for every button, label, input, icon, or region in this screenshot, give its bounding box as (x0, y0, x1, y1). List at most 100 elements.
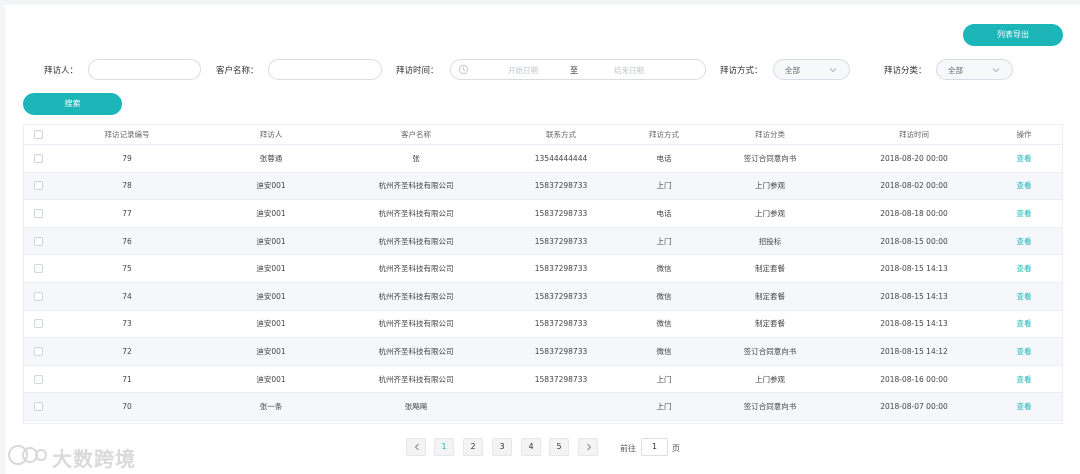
cell-visit-method: 上门 (656, 181, 672, 191)
header-contact: 联系方式 (546, 130, 576, 139)
cell-visit-category: 制定套餐 (755, 264, 785, 274)
cell-contact: 15837298733 (534, 319, 588, 329)
select-all-checkbox[interactable] (33, 130, 43, 139)
table-row: 76 迪安001 杭州齐圣科技有限公司 15837298733 上门 招投标 2018-08… (24, 227, 1062, 256)
row-checkbox[interactable] (33, 153, 43, 163)
row-checkbox-cell (24, 393, 52, 420)
table-row: 75 迪安001 杭州齐圣科技有限公司 15837298733 微信 制定套餐 2018-0… (24, 255, 1062, 283)
goto-prefix: 前往 (620, 444, 636, 453)
cell-visit-method: 上门 (656, 236, 672, 246)
header-visitor: 拜访人 (259, 130, 283, 139)
cell-visit-method: 上门 (656, 402, 672, 412)
watermark-logo-icon (8, 445, 47, 465)
cell-visit-method: 微信 (656, 264, 672, 274)
view-link[interactable]: 查看 (986, 311, 1062, 338)
page-button-2[interactable]: 2 (463, 438, 483, 456)
cell-visitor: 迪安001 (256, 236, 286, 246)
page-button-1[interactable]: 1 (434, 438, 454, 456)
row-checkbox[interactable] (33, 181, 43, 191)
cell-customer-name: 张 (412, 153, 420, 163)
cell-visit-time: 2018-08-15 14:13 (880, 291, 948, 301)
end-date-input[interactable]: 结束日期 (609, 65, 649, 76)
cell-customer-name: 张飚飚 (404, 402, 428, 412)
prev-page-button[interactable] (406, 438, 426, 456)
visit-date-range-picker[interactable]: 开始日期 至 结束日期 (450, 59, 706, 80)
page-button-3[interactable]: 3 (492, 438, 512, 456)
cell-visit-category: 招投标 (758, 236, 782, 246)
cell-contact: 15837298733 (534, 346, 588, 356)
cell-customer-name: 杭州齐圣科技有限公司 (378, 346, 454, 356)
row-checkbox[interactable] (33, 208, 43, 218)
cell-visit-time: 2018-08-18 00:00 (880, 208, 948, 218)
view-link[interactable]: 查看 (986, 393, 1062, 420)
cell-visit-category: 上门参观 (755, 181, 785, 191)
cell-contact: 15837298733 (534, 208, 588, 218)
visit-method-select[interactable]: 全部 (773, 59, 850, 80)
view-link[interactable]: 查看 (986, 145, 1062, 172)
chevron-left-icon (414, 443, 419, 451)
cell-contact: 15837298733 (534, 264, 588, 274)
watermark-logo: 大数跨境 (6, 442, 146, 471)
row-checkbox-cell (24, 255, 52, 282)
cell-visitor: 迪安001 (256, 208, 286, 218)
visit-category-select[interactable]: 全部 (936, 59, 1013, 80)
table-row: 78 迪安001 杭州齐圣科技有限公司 15837298733 上门 上门参观 2018-0… (24, 172, 1062, 201)
row-checkbox[interactable] (33, 236, 43, 246)
search-button[interactable]: 搜索 (23, 93, 122, 115)
row-checkbox[interactable] (33, 264, 43, 274)
row-checkbox[interactable] (33, 346, 43, 356)
row-checkbox[interactable] (33, 402, 43, 412)
range-separator: 至 (570, 66, 578, 75)
row-checkbox-cell (24, 173, 52, 200)
cell-contact: 13544444444 (534, 153, 588, 163)
table-row: 74 迪安001 杭州齐圣科技有限公司 15837298733 微信 制定套餐 2018-0… (24, 283, 1062, 311)
cell-record-id: 78 (122, 181, 132, 191)
row-checkbox-cell (24, 200, 52, 227)
cell-visit-method: 微信 (656, 346, 672, 356)
cell-visitor: 迪安001 (256, 291, 286, 301)
row-checkbox-cell (24, 366, 52, 393)
cell-customer-name: 杭州齐圣科技有限公司 (378, 374, 454, 384)
visit-time-label: 拜访时间： (396, 66, 439, 76)
page-button-4[interactable]: 4 (521, 438, 541, 456)
row-checkbox[interactable] (33, 319, 43, 329)
cell-visit-category: 签订合同意向书 (743, 346, 797, 356)
watermark-text: 大数跨境 (52, 447, 136, 471)
visit-records-table: 拜访记录编号 拜访人 客户名称 联系方式 拜访方式 拜访分类 拜访时间 操作 7… (23, 124, 1063, 424)
cell-record-id: 71 (122, 374, 132, 384)
header-visit-method: 拜访方式 (649, 130, 679, 139)
export-list-button[interactable]: 列表导出 (963, 24, 1063, 46)
view-link[interactable]: 查看 (986, 228, 1062, 255)
row-checkbox[interactable] (33, 374, 43, 384)
view-link[interactable]: 查看 (986, 173, 1062, 200)
cell-visit-category: 制定套餐 (755, 291, 785, 301)
page-button-5[interactable]: 5 (549, 438, 569, 456)
goto-page-input[interactable]: 1 (641, 438, 668, 456)
view-link[interactable]: 查看 (986, 283, 1062, 310)
view-link[interactable]: 查看 (986, 366, 1062, 393)
header-record-id: 拜访记录编号 (104, 130, 150, 139)
cell-contact: 15837298733 (534, 374, 588, 384)
cell-contact: 15837298733 (534, 291, 588, 301)
header-visit-time: 拜访时间 (899, 130, 929, 139)
row-checkbox[interactable] (33, 291, 43, 301)
cell-record-id: 79 (122, 153, 132, 163)
chevron-down-icon (829, 68, 837, 73)
customer-name-input[interactable] (268, 59, 382, 80)
header-action: 操作 (1016, 130, 1032, 139)
start-date-input[interactable]: 开始日期 (503, 65, 543, 76)
cell-visit-time: 2018-08-15 00:00 (880, 236, 948, 246)
cell-customer-name: 杭州齐圣科技有限公司 (378, 319, 454, 329)
cell-record-id: 75 (122, 264, 132, 274)
chevron-down-icon (992, 68, 1000, 73)
next-page-button[interactable] (578, 438, 598, 456)
view-link[interactable]: 查看 (986, 200, 1062, 227)
cell-visit-method: 微信 (656, 319, 672, 329)
table-row: 72 迪安001 杭州齐圣科技有限公司 15837298733 微信 签订合同意向书 201… (24, 338, 1062, 366)
view-link[interactable]: 查看 (986, 255, 1062, 282)
view-link[interactable]: 查看 (986, 338, 1062, 365)
cell-visitor: 迪安001 (256, 346, 286, 356)
cell-record-id: 72 (122, 346, 132, 356)
visit-category-label: 拜访分类： (884, 66, 927, 76)
visitor-input[interactable] (88, 59, 201, 80)
